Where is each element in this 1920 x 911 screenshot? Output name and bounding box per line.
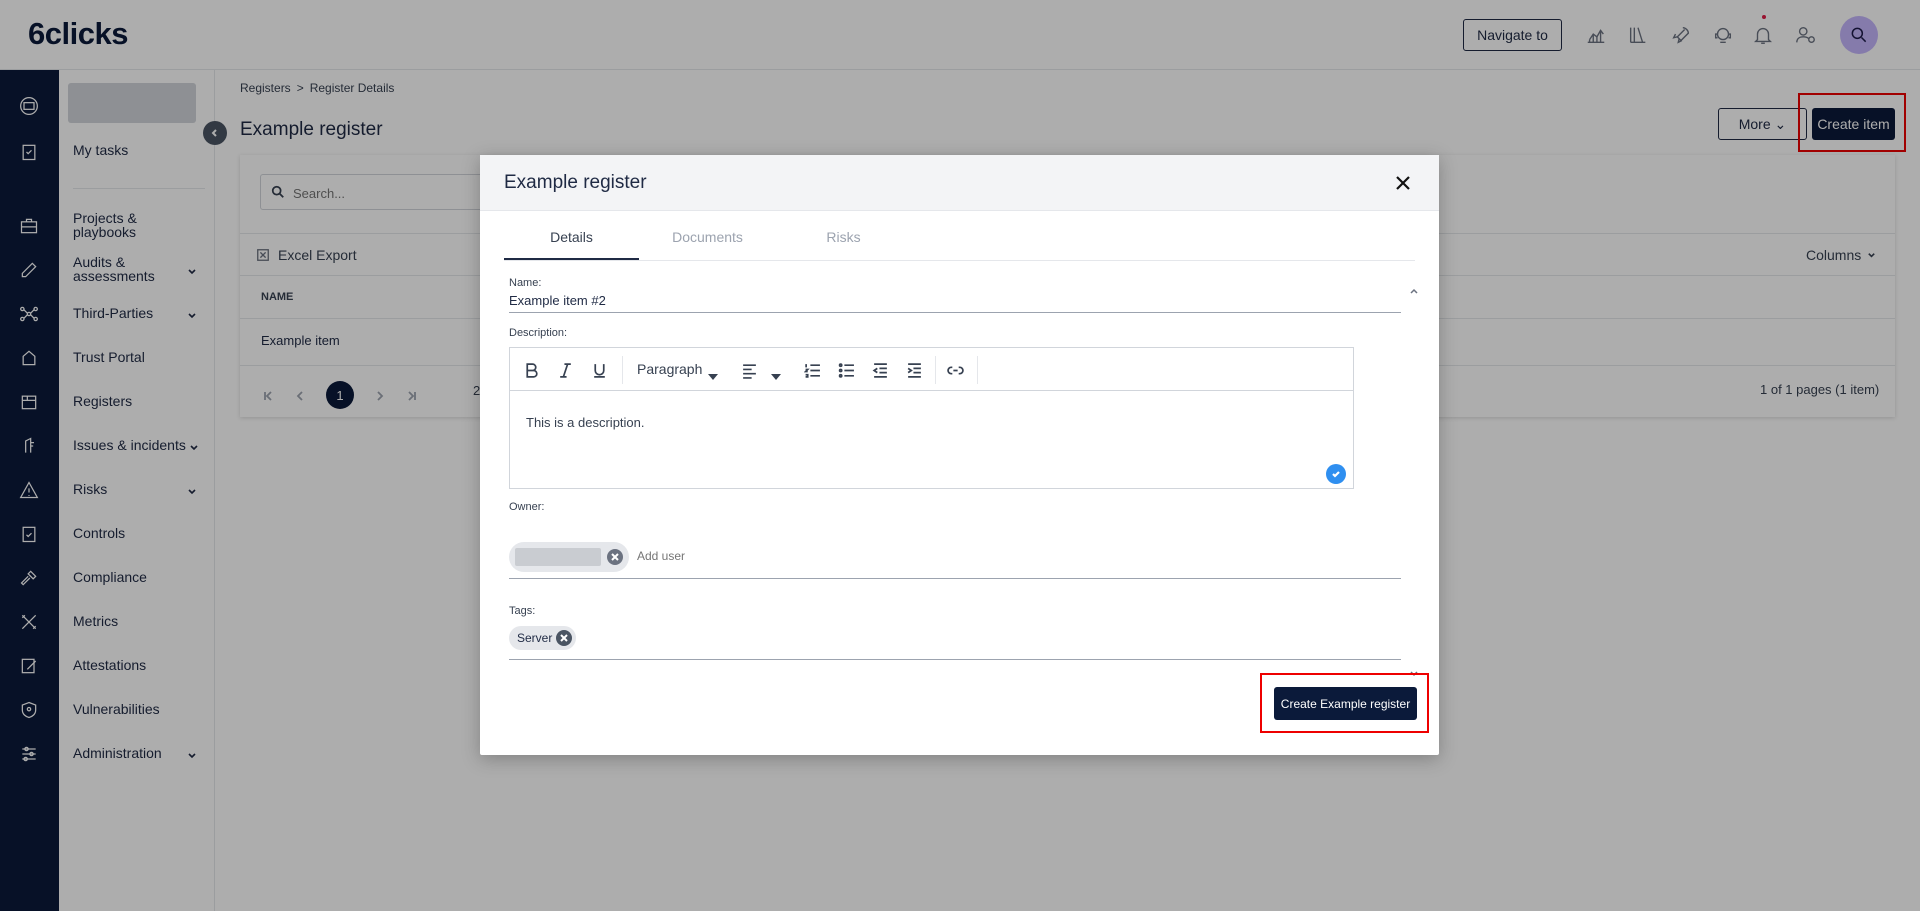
- toolbar-separator: [977, 356, 978, 384]
- description-editor[interactable]: Paragraph This is a description.: [509, 347, 1354, 489]
- caret-down-icon[interactable]: [771, 367, 781, 380]
- description-text[interactable]: This is a description.: [526, 415, 645, 430]
- remove-owner-icon[interactable]: [607, 549, 623, 565]
- add-user-input[interactable]: [637, 549, 837, 563]
- active-tab-indicator: [504, 258, 639, 260]
- create-item-modal: Example register Details Documents Risks…: [480, 155, 1439, 755]
- tags-underline: [509, 659, 1401, 660]
- spellcheck-icon[interactable]: [1326, 464, 1346, 484]
- link-icon[interactable]: [944, 359, 966, 381]
- numbered-list-icon[interactable]: [801, 359, 823, 381]
- editor-toolbar: Paragraph: [510, 348, 1353, 391]
- modal-header: Example register: [480, 155, 1439, 211]
- owner-underline: [509, 578, 1401, 579]
- tabs-divider: [504, 260, 1415, 261]
- tab-details[interactable]: Details: [504, 229, 639, 245]
- tab-risks[interactable]: Risks: [776, 229, 911, 245]
- tag-chip[interactable]: Server: [509, 626, 577, 650]
- bullet-list-icon[interactable]: [835, 359, 857, 381]
- owner-name-placeholder: [515, 548, 601, 566]
- scroll-down-icon[interactable]: [1410, 664, 1418, 677]
- name-input[interactable]: Example item #2: [509, 293, 606, 308]
- tag-label: Server: [517, 631, 553, 645]
- align-icon[interactable]: [738, 359, 760, 381]
- scroll-up-icon[interactable]: [1410, 281, 1418, 294]
- paragraph-select[interactable]: Paragraph: [637, 361, 702, 377]
- outdent-icon[interactable]: [869, 359, 891, 381]
- modal-title: Example register: [504, 172, 647, 193]
- caret-down-icon[interactable]: [708, 367, 718, 380]
- italic-icon[interactable]: [554, 359, 576, 381]
- highlight-box: [1260, 673, 1429, 733]
- description-label: Description:: [509, 327, 568, 339]
- tags-label: Tags:: [509, 605, 536, 617]
- underline-icon[interactable]: [588, 359, 610, 381]
- toolbar-separator: [622, 356, 623, 384]
- name-label: Name:: [509, 277, 542, 289]
- close-icon[interactable]: [1394, 174, 1412, 192]
- indent-icon[interactable]: [903, 359, 925, 381]
- remove-tag-icon[interactable]: [556, 630, 573, 646]
- tab-documents[interactable]: Documents: [640, 229, 775, 245]
- bold-icon[interactable]: [520, 359, 542, 381]
- owner-label: Owner:: [509, 501, 545, 513]
- name-underline: [509, 312, 1401, 313]
- toolbar-separator: [935, 356, 936, 384]
- owner-chip[interactable]: [509, 542, 629, 572]
